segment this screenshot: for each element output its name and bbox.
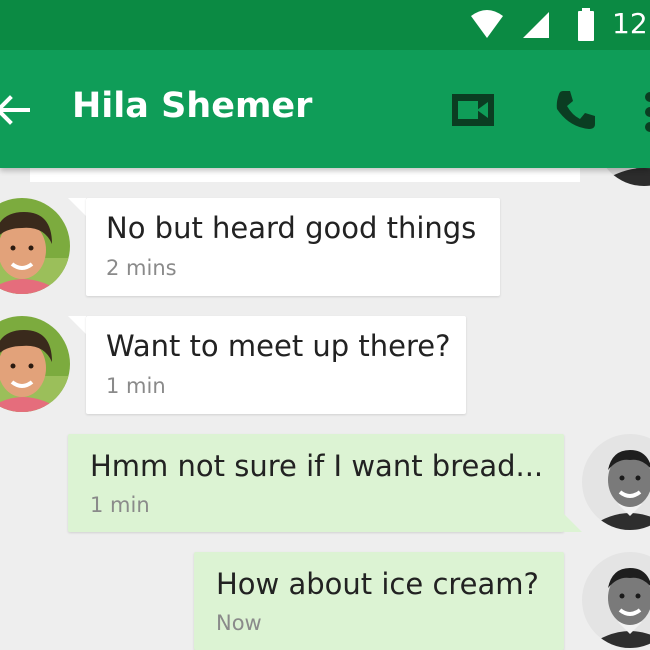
wifi-icon [471,10,503,38]
battery-icon [578,8,594,41]
avatar-self[interactable] [582,552,650,648]
avatar-self[interactable] [582,434,650,530]
status-bar: 12: [0,0,650,50]
message-bubble[interactable]: No but heard good things 2 mins [86,198,500,296]
phone-icon[interactable] [553,88,597,132]
arrow-left-icon[interactable] [0,90,32,130]
more-vert-icon[interactable] [640,92,650,132]
message-timestamp: 2 mins [106,256,177,280]
bubble-tail [68,198,86,216]
message-timestamp: 1 min [90,493,150,517]
conversation-title: Hila Shemer [72,86,313,126]
message-bubble[interactable]: Want to meet up there? 1 min [86,316,466,414]
message-bubble-outgoing[interactable]: Hmm not sure if I want bread... 1 min [68,434,564,532]
message-timestamp: 1 min [106,374,166,398]
cell-signal-icon [523,12,549,38]
message-timestamp: Now [216,611,262,635]
avatar-contact[interactable] [0,198,70,294]
message-text: Want to meet up there? [106,329,451,363]
message-text: How about ice cream? [216,567,539,601]
chat-screen: 12: Hila Shemer [0,0,650,650]
app-bar: Hila Shemer [0,50,650,168]
message-text: No but heard good things [106,211,477,245]
message-bubble-outgoing[interactable]: How about ice cream? Now [194,552,564,650]
message-text: Hmm not sure if I want bread... [90,449,544,483]
status-time: 12: [612,7,650,40]
bubble-tail [68,316,86,334]
avatar-contact[interactable] [0,316,70,412]
videocam-icon[interactable] [450,90,498,130]
bubble-tail [564,514,582,532]
